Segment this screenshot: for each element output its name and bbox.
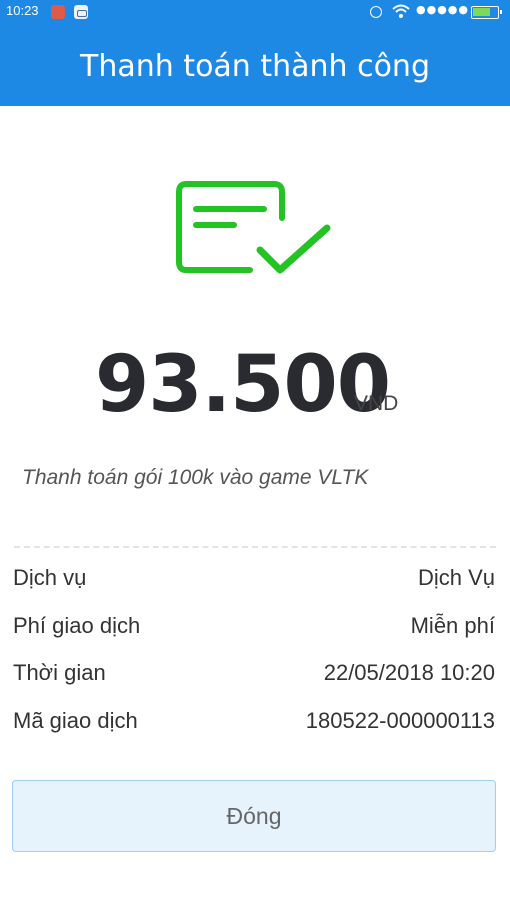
payment-description: Thanh toán gói 100k vào game VLTK xyxy=(22,466,369,489)
status-time: 10:23 xyxy=(6,3,39,18)
close-button-label: Đóng xyxy=(226,802,282,829)
detail-row-transaction-id: Mã giao dịch 180522-000000113 xyxy=(13,704,495,752)
detail-label: Dịch vụ xyxy=(13,565,87,590)
status-bar: 10:23 ●●●●● xyxy=(0,0,510,24)
detail-value: Miễn phí xyxy=(410,612,495,638)
wifi-icon xyxy=(392,4,410,18)
gallery-notification-icon xyxy=(74,5,88,19)
detail-label: Mã giao dịch xyxy=(13,707,138,733)
detail-value: 180522-000000113 xyxy=(305,707,495,733)
currency-label: VND xyxy=(354,392,399,415)
detail-row-fee: Phí giao dịch Miễn phí xyxy=(13,609,495,657)
battery-icon xyxy=(471,6,502,19)
page-title: Thanh toán thành công xyxy=(80,49,430,84)
detail-row-service: Dịch vụ Dịch Vụ xyxy=(13,561,495,609)
receipt-check-icon xyxy=(176,181,331,274)
detail-value: 22/05/2018 10:20 xyxy=(323,660,495,685)
close-button[interactable]: Đóng xyxy=(12,780,496,852)
signal-strength-icon: ●●●●● xyxy=(416,3,469,16)
detail-row-time: Thời gian 22/05/2018 10:20 xyxy=(13,656,495,704)
transaction-details: Dịch vụ Dịch Vụ Phí giao dịch Miễn phí T… xyxy=(13,561,495,751)
app-header: Thanh toán thành công xyxy=(0,24,510,106)
detail-label: Phí giao dịch xyxy=(13,612,141,638)
detail-value: Dịch Vụ xyxy=(417,565,495,590)
payment-amount: 93.500 xyxy=(95,340,391,430)
app-notification-icon xyxy=(51,5,65,19)
detail-label: Thời gian xyxy=(13,660,106,685)
dashed-divider xyxy=(14,546,496,548)
rotation-lock-icon xyxy=(370,6,382,18)
